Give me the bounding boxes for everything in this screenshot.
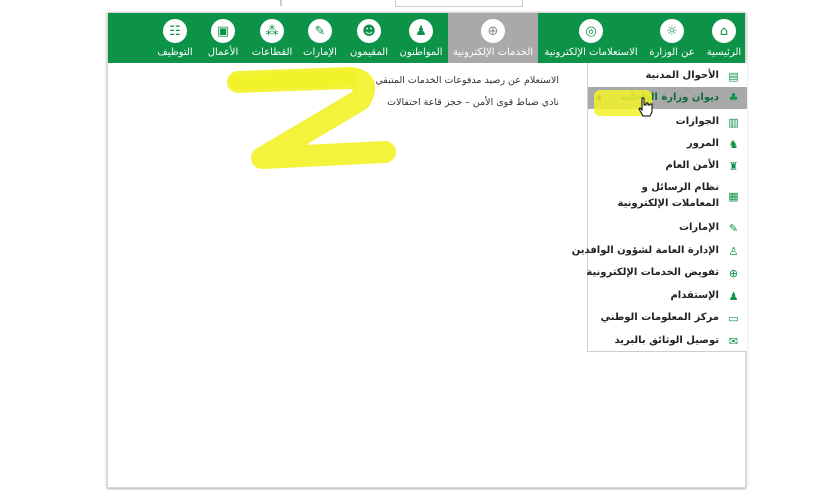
sidebar-item-label: الأحوال المدنية <box>645 70 719 81</box>
nav-business[interactable]: ▣ الأعمال <box>200 13 246 63</box>
nav-about[interactable]: ☼ عن الوزارة <box>644 13 700 63</box>
nav-eservices[interactable]: ⊕ الخدمات الإلكترونية <box>448 13 538 63</box>
hand-cursor-icon <box>638 97 653 117</box>
nav-label: الأعمال <box>207 47 239 58</box>
sidebar-item-recruitment[interactable]: ♟ الإستقدام <box>588 287 747 305</box>
nav-label: المواطنون <box>399 47 443 58</box>
sidebar-item-label: توصيل الوثائق بالبريد <box>614 335 720 346</box>
globe-icon: ⊕ <box>728 267 739 280</box>
nav-label: الاستعلامات الإلكترونية <box>544 47 638 58</box>
sidebar-item-civil-affairs[interactable]: ▤ الأحوال المدنية <box>588 67 747 85</box>
sidebar-item-label: الأمن العام <box>665 160 719 171</box>
link-officers-club-hall[interactable]: نادي ضباط قوى الأمن – حجز قاعة احتفالات <box>387 97 559 108</box>
public-security-icon: ♜ <box>728 160 739 173</box>
sidebar-item-national-info-center[interactable]: ▭ مركز المعلومات الوطني <box>588 309 747 327</box>
recruitment-icon: ♟ <box>728 290 739 303</box>
expatriates-icon: ♙ <box>728 245 739 258</box>
sidebar-item-mail-delivery[interactable]: ✉ توصيل الوثائق بالبريد <box>588 332 747 350</box>
sidebar-item-label: نظام الرسائل و المعاملات الإلكترونية <box>617 182 719 209</box>
home-icon: ⌂ <box>712 19 736 43</box>
main-nav: ⌂ الرئيسية ☼ عن الوزارة ◎ الاستعلامات ال… <box>108 13 745 63</box>
sidebar-item-label: الإستقدام <box>670 290 719 301</box>
nav-label: الخدمات الإلكترونية <box>452 47 534 58</box>
link-remaining-balance[interactable]: الاستعلام عن رصيد مدفوعات الخدمات المتبق… <box>375 75 559 86</box>
nav-emirates[interactable]: ✎ الإمارات <box>298 13 342 63</box>
nav-home[interactable]: ⌂ الرئيسية <box>703 13 745 63</box>
ministry-emblem-icon: ♣ <box>728 91 739 104</box>
employment-icon: ☷ <box>163 19 187 43</box>
sidebar-item-label: الجوازات <box>675 116 719 127</box>
link-circulars[interactable]: الاستعلام عن التعاميم <box>256 75 340 86</box>
sectors-icon: ⁂ <box>260 19 284 43</box>
emirates-icon: ✎ <box>308 19 332 43</box>
mail-delivery-icon: ✉ <box>728 335 739 348</box>
sidebar-item-label: مركز المعلومات الوطني <box>600 312 719 323</box>
top-divider <box>280 0 282 6</box>
messages-system-icon: ▦ <box>728 190 739 203</box>
emblem-icon: ☼ <box>660 19 684 43</box>
nav-label: المقيمون <box>350 47 388 58</box>
sidebar-item-eservices-delegation[interactable]: ⊕ تفويض الخدمات الإلكترونية <box>586 264 747 282</box>
top-input-box <box>395 0 523 7</box>
traffic-icon: ♞ <box>728 138 739 151</box>
fingerprint-icon: ◎ <box>579 19 603 43</box>
nav-inquiries[interactable]: ◎ الاستعلامات الإلكترونية <box>540 13 642 63</box>
nav-label: القطاعات <box>251 47 293 58</box>
citizen-icon: ♟ <box>409 19 433 43</box>
nav-label: التوظيف <box>157 47 193 58</box>
globe-icon: ⊕ <box>481 19 505 43</box>
nav-citizens[interactable]: ♟ المواطنون <box>396 13 446 63</box>
sidebar-item-label: المرور <box>686 138 719 149</box>
nav-label: عن الوزارة <box>649 47 695 58</box>
main-frame: ⌂ الرئيسية ☼ عن الوزارة ◎ الاستعلامات ال… <box>107 12 747 488</box>
nav-employment[interactable]: ☷ التوظيف <box>152 13 198 63</box>
sidebar-item-label: تفويض الخدمات الإلكترونية <box>586 267 719 278</box>
passport-icon: ▥ <box>728 116 739 129</box>
sidebar-item-public-security[interactable]: ♜ الأمن العام <box>588 157 747 175</box>
nav-label: الإمارات <box>303 47 337 58</box>
id-card-icon: ▤ <box>728 70 739 83</box>
briefcase-icon: ▣ <box>211 19 235 43</box>
computer-icon: ▭ <box>728 312 739 325</box>
sidebar-item-messages-system[interactable]: ▦ نظام الرسائل و المعاملات الإلكترونية <box>588 179 747 215</box>
sidebar-item-emirates[interactable]: ✎ الإمارات <box>588 219 747 237</box>
nav-sectors[interactable]: ⁂ القطاعات <box>248 13 296 63</box>
sidebar-item-traffic[interactable]: ♞ المرور <box>588 135 747 153</box>
residents-icon: ☻ <box>357 19 381 43</box>
sidebar-item-label: الإمارات <box>678 222 719 233</box>
sidebar-item-expatriates[interactable]: ♙ الإدارة العامة لشؤون الوافدين <box>572 242 747 260</box>
nav-label: الرئيسية <box>706 47 742 58</box>
nav-residents[interactable]: ☻ المقيمون <box>344 13 394 63</box>
emirates-icon: ✎ <box>728 222 739 235</box>
sidebar-item-label: الإدارة العامة لشؤون الوافدين <box>571 245 719 256</box>
